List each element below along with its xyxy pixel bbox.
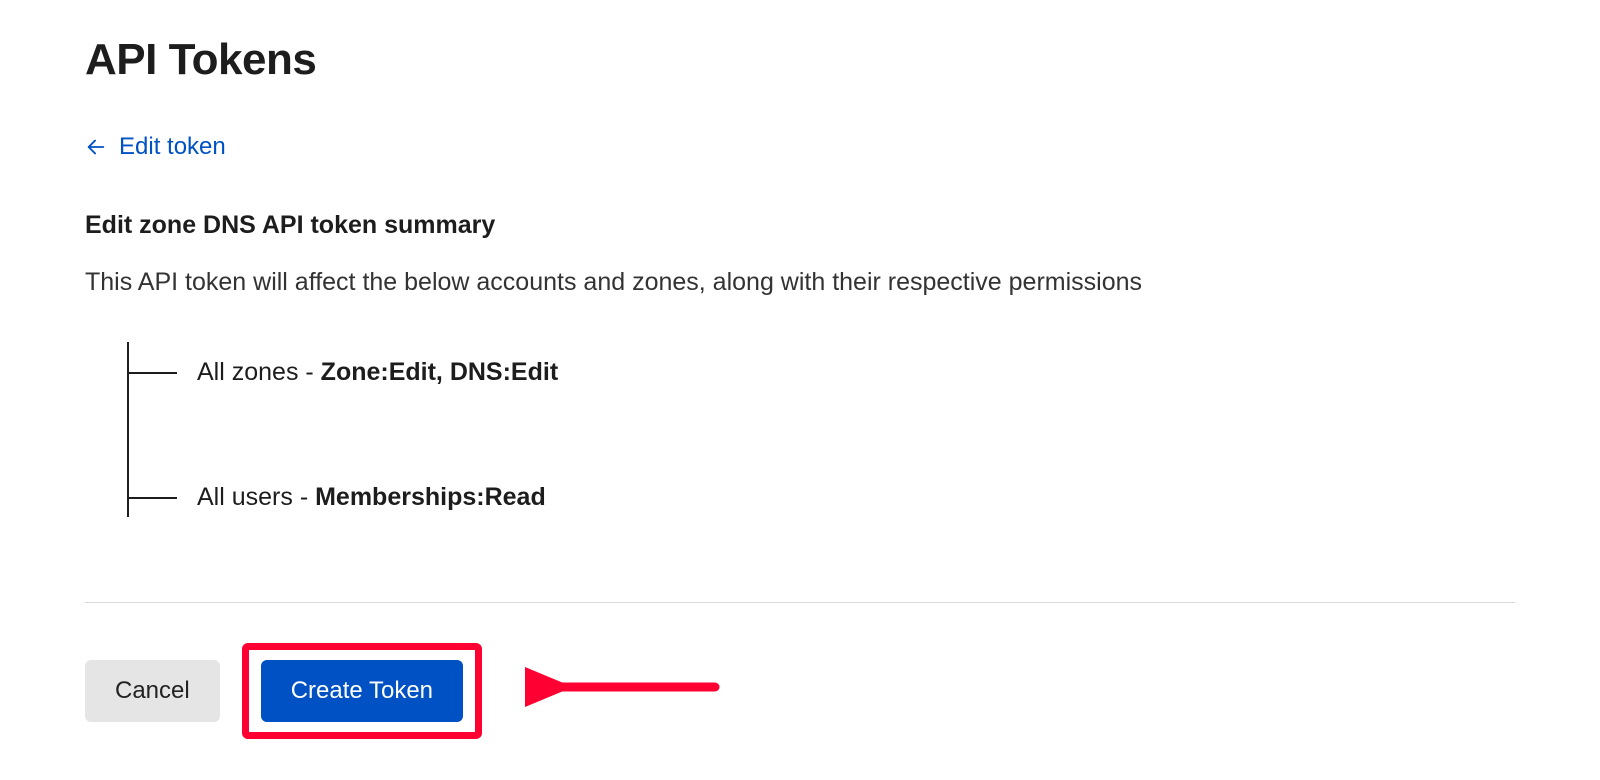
- page-title: API Tokens: [85, 35, 1515, 85]
- permission-scope: All users: [197, 483, 293, 511]
- create-token-button[interactable]: Create Token: [261, 660, 463, 722]
- permission-item: All zones - Zone:Edit, DNS:Edit: [127, 342, 1515, 402]
- permission-list: Memberships:Read: [315, 483, 546, 511]
- summary-heading: Edit zone DNS API token summary: [85, 211, 1515, 240]
- back-edit-token-link[interactable]: Edit token: [85, 133, 226, 161]
- back-link-label: Edit token: [119, 133, 226, 161]
- summary-description: This API token will affect the below acc…: [85, 268, 1515, 297]
- permission-scope: All zones: [197, 358, 298, 386]
- section-divider: [85, 602, 1515, 603]
- action-bar: Cancel Create Token: [85, 643, 1515, 739]
- highlight-annotation: Create Token: [242, 643, 482, 739]
- permission-item: All users - Memberships:Read: [127, 467, 1515, 527]
- arrow-left-icon: [85, 136, 107, 158]
- permission-list: Zone:Edit, DNS:Edit: [321, 358, 558, 386]
- cancel-button[interactable]: Cancel: [85, 660, 220, 722]
- permissions-tree: All zones - Zone:Edit, DNS:Edit All user…: [127, 342, 1515, 547]
